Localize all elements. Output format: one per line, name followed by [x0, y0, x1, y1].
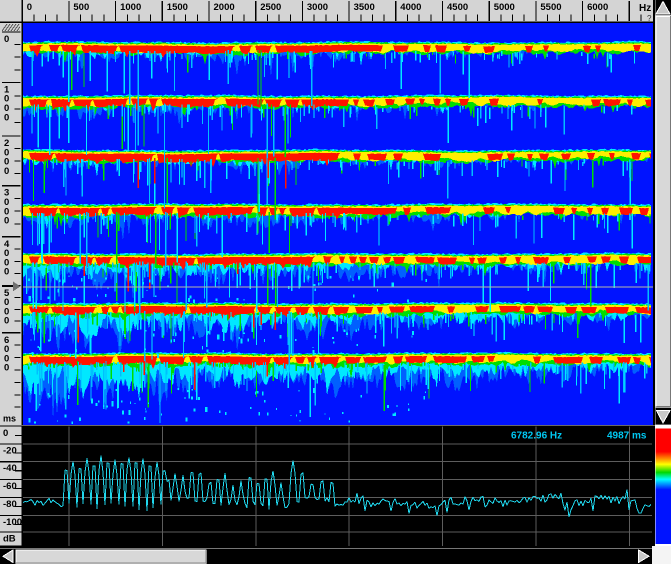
svg-text:5500: 5500 — [540, 2, 561, 13]
svg-text:4000: 4000 — [400, 2, 421, 13]
svg-text:5000: 5000 — [494, 2, 515, 13]
svg-text:0: 0 — [4, 34, 9, 45]
svg-text:3000: 3000 — [307, 2, 328, 13]
svg-text:ms: ms — [3, 414, 16, 424]
svg-text:-80: -80 — [3, 499, 17, 510]
svg-text:0: 0 — [4, 216, 9, 227]
svg-text:?: ? — [647, 14, 652, 23]
svg-text:Hz: Hz — [639, 3, 651, 14]
svg-text:-60: -60 — [3, 481, 17, 492]
svg-text:500: 500 — [73, 2, 89, 13]
svg-text:6000: 6000 — [587, 2, 608, 13]
svg-text:3500: 3500 — [354, 2, 375, 13]
svg-text:0: 0 — [4, 363, 9, 374]
svg-text:2500: 2500 — [260, 2, 281, 13]
svg-text:0: 0 — [27, 2, 32, 13]
svg-text:2000: 2000 — [214, 2, 235, 13]
svg-text:0: 0 — [4, 316, 9, 327]
svg-text:dB: dB — [3, 534, 16, 545]
svg-text:6782.96 Hz: 6782.96 Hz — [511, 431, 562, 442]
svg-text:1000: 1000 — [120, 2, 141, 13]
svg-text:4500: 4500 — [447, 2, 468, 13]
svg-text:0: 0 — [3, 428, 8, 439]
svg-text:-20: -20 — [3, 445, 17, 456]
svg-text:1500: 1500 — [167, 2, 188, 13]
svg-text:4987 ms: 4987 ms — [607, 431, 647, 442]
svg-text:0: 0 — [4, 112, 9, 123]
svg-text:0: 0 — [4, 166, 9, 177]
svg-text:-100: -100 — [3, 517, 22, 528]
svg-text:0: 0 — [4, 267, 9, 278]
svg-text:-40: -40 — [3, 463, 17, 474]
